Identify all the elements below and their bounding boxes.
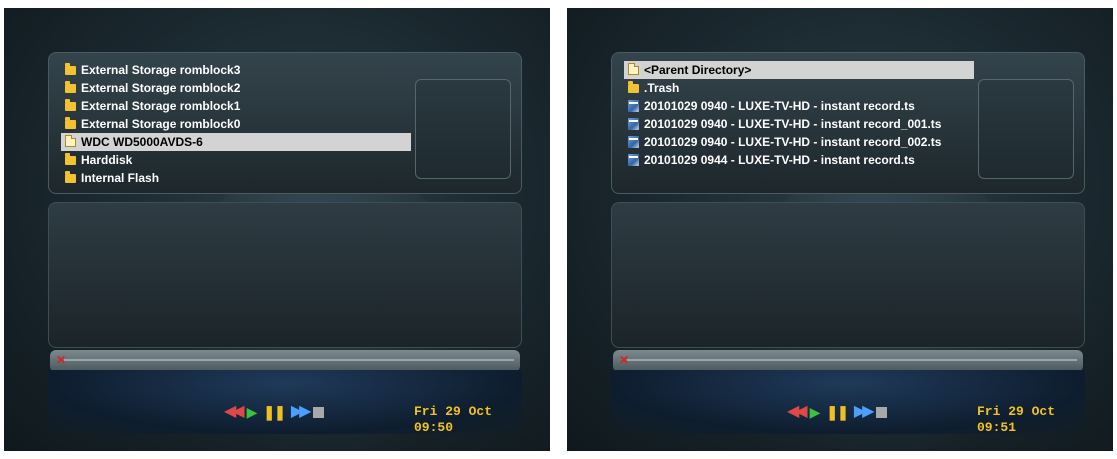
list-item-label: External Storage romblock2: [81, 81, 241, 95]
progress-bar[interactable]: ✕: [613, 350, 1083, 372]
movie-file-icon: [628, 100, 639, 112]
list-item-trash[interactable]: .Trash: [624, 79, 974, 97]
right-media-player-screen: <Parent Directory> .Trash 20101029 0940 …: [567, 8, 1113, 451]
file-list: <Parent Directory> .Trash 20101029 0940 …: [624, 61, 974, 169]
stop-icon[interactable]: [876, 406, 888, 418]
folder-open-icon: [65, 134, 76, 147]
progress-track: [64, 359, 514, 361]
list-item-label: External Storage romblock3: [81, 63, 241, 77]
list-item-parent-directory[interactable]: <Parent Directory>: [624, 61, 974, 79]
list-item-external-storage-romblock2[interactable]: External Storage romblock2: [61, 79, 411, 97]
list-item-external-storage-romblock0[interactable]: External Storage romblock0: [61, 115, 411, 133]
progress-track: [627, 359, 1077, 361]
list-item-label: Internal Flash: [81, 171, 160, 185]
pause-icon[interactable]: ❚❚: [826, 404, 848, 420]
list-item-recording[interactable]: 20101029 0940 - LUXE-TV-HD - instant rec…: [624, 97, 974, 115]
list-item-label: 20101029 0940 - LUXE-TV-HD - instant rec…: [644, 117, 942, 131]
list-item-external-storage-romblock1[interactable]: External Storage romblock1: [61, 97, 411, 115]
movie-file-icon: [628, 118, 639, 130]
fast-forward-icon[interactable]: ▶▶: [291, 404, 312, 420]
stop-icon[interactable]: [313, 406, 325, 418]
list-item-label: .Trash: [644, 81, 680, 95]
folder-icon: [65, 62, 76, 75]
file-browser-panel: <Parent Directory> .Trash 20101029 0940 …: [611, 52, 1085, 194]
preview-thumbnail: [978, 79, 1074, 179]
list-item-label: 20101029 0940 - LUXE-TV-HD - instant rec…: [644, 99, 915, 113]
pause-icon[interactable]: ❚❚: [263, 404, 285, 420]
list-item-label: External Storage romblock0: [81, 117, 241, 131]
folder-icon: [65, 116, 76, 129]
file-list: External Storage romblock3 External Stor…: [61, 61, 411, 187]
playback-controls: ◀◀ ▶ ❚❚ ▶▶: [787, 404, 888, 420]
play-icon[interactable]: ▶: [247, 404, 258, 420]
folder-icon: [65, 98, 76, 111]
list-item-label: 20101029 0940 - LUXE-TV-HD - instant rec…: [644, 135, 942, 149]
info-panel: [48, 202, 522, 348]
list-item-wdc-wd5000avds[interactable]: WDC WD5000AVDS-6: [61, 133, 411, 151]
rewind-icon[interactable]: ◀◀: [224, 404, 245, 420]
list-item-label: <Parent Directory>: [644, 63, 752, 77]
folder-icon: [65, 170, 76, 183]
list-item-external-storage-romblock3[interactable]: External Storage romblock3: [61, 61, 411, 79]
info-panel: [611, 202, 1085, 348]
clock: Fri 29 Oct 09:51: [977, 404, 1056, 435]
list-item-internal-flash[interactable]: Internal Flash: [61, 169, 411, 187]
list-item-recording[interactable]: 20101029 0940 - LUXE-TV-HD - instant rec…: [624, 133, 974, 151]
progress-bar[interactable]: ✕: [50, 350, 520, 372]
movie-file-icon: [628, 136, 639, 148]
list-item-label: WDC WD5000AVDS-6: [81, 135, 203, 149]
rewind-icon[interactable]: ◀◀: [787, 404, 808, 420]
list-item-harddisk[interactable]: Harddisk: [61, 151, 411, 169]
playback-control-panel: ◀◀ ▶ ❚❚ ▶▶ Fri 29 Oct 09:51: [611, 370, 1085, 435]
folder-icon: [65, 152, 76, 165]
folder-icon: [65, 80, 76, 93]
left-media-player-screen: External Storage romblock3 External Stor…: [4, 8, 550, 451]
playback-control-panel: ◀◀ ▶ ❚❚ ▶▶ Fri 29 Oct 09:50: [48, 370, 522, 435]
list-item-recording[interactable]: 20101029 0944 - LUXE-TV-HD - instant rec…: [624, 151, 974, 169]
movie-file-icon: [628, 154, 639, 166]
list-item-label: External Storage romblock1: [81, 99, 241, 113]
folder-icon: [628, 80, 639, 93]
playback-controls: ◀◀ ▶ ❚❚ ▶▶: [224, 404, 325, 420]
file-browser-panel: External Storage romblock3 External Stor…: [48, 52, 522, 194]
clock: Fri 29 Oct 09:50: [414, 404, 493, 435]
list-item-label: Harddisk: [81, 153, 133, 167]
preview-thumbnail: [415, 79, 511, 179]
folder-open-icon: [628, 62, 639, 75]
list-item-label: 20101029 0944 - LUXE-TV-HD - instant rec…: [644, 153, 915, 167]
play-icon[interactable]: ▶: [810, 404, 821, 420]
fast-forward-icon[interactable]: ▶▶: [854, 404, 875, 420]
list-item-recording[interactable]: 20101029 0940 - LUXE-TV-HD - instant rec…: [624, 115, 974, 133]
